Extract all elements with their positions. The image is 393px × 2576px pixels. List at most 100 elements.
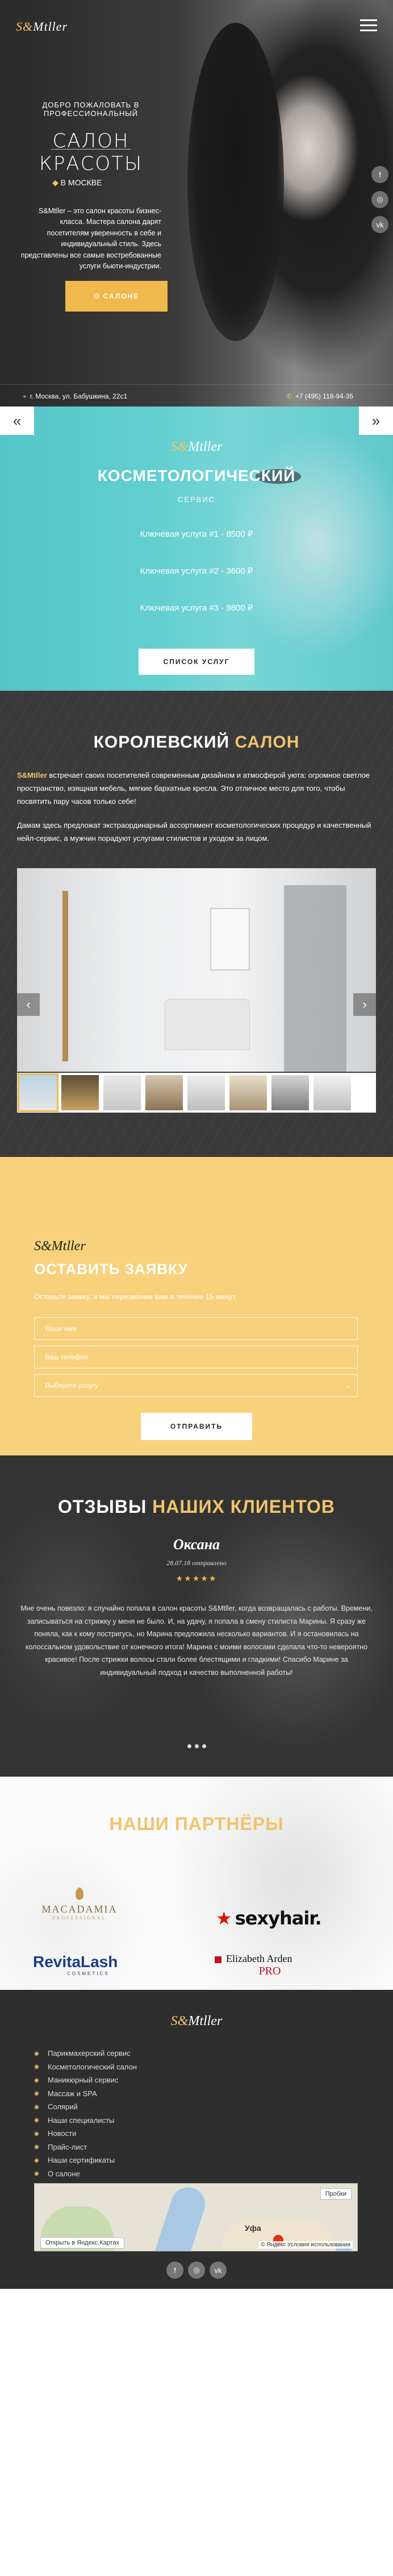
wifi-icon: ◉	[34, 2077, 39, 2084]
review-stars-icon: ★★★★★	[175, 1574, 218, 1583]
gallery-thumbnails	[17, 1073, 376, 1113]
cosmetic-subtitle: СЕРВИС	[177, 495, 216, 504]
footer-menu-item[interactable]: ◉ Новости	[34, 2127, 137, 2141]
slider-prev-icon[interactable]: «	[0, 406, 34, 435]
slider-next-icon[interactable]: »	[359, 406, 393, 435]
phone-field[interactable]: Ваш телефон	[34, 1346, 358, 1368]
gallery-thumb[interactable]	[229, 1075, 267, 1110]
service-item: Ключевая услуга #2 - 3600 ₽	[140, 566, 253, 576]
elizabeth-arden-logo[interactable]: Elizabeth Arden PRO	[215, 1953, 292, 1978]
map-pin-icon: ⌖	[23, 392, 27, 400]
gallery-thumb[interactable]	[18, 1073, 58, 1112]
wifi-icon: ◉	[34, 2050, 39, 2057]
wifi-icon: ◉	[34, 2144, 39, 2151]
service-list-button[interactable]: СПИСОК УСЛУГ	[139, 649, 254, 675]
page: S&Mtller ДОБРО ПОЖАЛОВАТЬ В ПРОФЕССИОНАЛ…	[0, 0, 393, 2289]
reviews-title: ОТЗЫВЫ НАШИХ КЛИЕНТОВ	[58, 1496, 335, 1517]
map-copyright: © Яндекс Условия использования	[258, 2241, 353, 2249]
hero-welcome: ДОБРО ПОЖАЛОВАТЬ В ПРОФЕССИОНАЛЬНЫЙ	[42, 101, 140, 118]
map-traffic-button[interactable]: Пробки	[320, 2188, 352, 2200]
review-author: Оксана	[173, 1536, 220, 1553]
form-logo: S&Mtller	[34, 1239, 86, 1254]
footer-logo[interactable]: S&Mtller	[0, 2014, 393, 2029]
footer-menu-item[interactable]: ◉ Прайс-лист	[34, 2141, 137, 2154]
vk-icon[interactable]: vk	[210, 2262, 227, 2279]
pagination-dot[interactable]	[202, 1744, 206, 1748]
vk-icon[interactable]: vk	[371, 216, 388, 233]
service-select[interactable]: Выберите услугу ⌄	[34, 1374, 358, 1397]
footer-menu: ◉ Парикмахерский сервис ◉ Косметологически…	[34, 2047, 137, 2180]
map-city-label: Уфа	[245, 2224, 261, 2233]
royal-paragraph-2: Дамам здесь предложат экстраординарный а…	[17, 821, 371, 843]
footer-menu-item[interactable]: ◉ О салоне	[34, 2167, 137, 2181]
footer-menu-item[interactable]: ◉ Наши специалисты	[34, 2114, 137, 2127]
reviews-section: ОТЗЫВЫ НАШИХ КЛИЕНТОВ Оксана 28.07.18 от…	[0, 1455, 393, 1777]
macadamia-logo[interactable]: MACADAMIA PROFESSIONAL	[34, 1888, 125, 1920]
brand-logo[interactable]: S&Mtller	[16, 19, 68, 34]
facebook-icon[interactable]: f	[166, 2262, 183, 2279]
gallery-thumb[interactable]	[103, 1075, 141, 1110]
gallery-thumb[interactable]	[271, 1075, 309, 1110]
wifi-icon: ◉	[34, 2090, 39, 2097]
hero-title: САЛОН КРАСОТЫ	[39, 130, 143, 175]
sexyhair-logo[interactable]: ★ sexyhair.	[216, 1907, 322, 1929]
royal-title: КОРОЛЕВСКИЙ САЛОН	[93, 733, 300, 752]
hero-intro: S&Mtller – это салон красоты бизнес-клас…	[20, 207, 161, 270]
footer-menu-item[interactable]: ◉ Массаж и SPA	[34, 2087, 137, 2101]
footer-menu-item[interactable]: ◉ Маникюрный сервис	[34, 2073, 137, 2087]
yandex-map[interactable]: Уфа Пробки Открыть в Яндекс.Картах © Янд…	[34, 2183, 358, 2251]
cosmetic-section: « » S&Mtller КОСМЕТОЛОГИЧЕСКИЙ СЕРВИС Кл…	[0, 406, 393, 691]
cosmetic-title: КОСМЕТОЛОГИЧЕСКИЙ	[97, 467, 296, 484]
gallery-thumb[interactable]	[313, 1075, 351, 1110]
pagination-dot[interactable]	[194, 1744, 199, 1748]
review-text: Мне очень повезло: я случайно попала в с…	[20, 1604, 373, 1677]
gallery-thumb[interactable]	[187, 1075, 225, 1110]
footer-menu-item[interactable]: ◉ Наши сертификаты	[34, 2154, 137, 2167]
footer-menu-item[interactable]: ◉ Солярий	[34, 2100, 137, 2114]
star-icon: ★	[216, 1907, 232, 1929]
footer-menu-item[interactable]: ◉ Косметологический салон	[34, 2060, 137, 2074]
gallery-next-icon[interactable]: ›	[353, 993, 376, 1016]
gallery-thumb[interactable]	[145, 1075, 183, 1110]
hero-section: S&Mtller ДОБРО ПОЖАЛОВАТЬ В ПРОФЕССИОНАЛ…	[0, 0, 393, 406]
address: ⌖ г. Москва, ул. Бабушкина, 22с1	[23, 392, 128, 400]
instagram-icon[interactable]: ◎	[371, 191, 388, 208]
footer: S&Mtller ◉ Парикмахерский сервис ◉ Космето…	[0, 1990, 393, 2289]
review-pagination	[0, 1744, 393, 1748]
menu-burger-icon[interactable]	[360, 19, 377, 35]
wifi-icon: ◉	[34, 2171, 39, 2177]
partners-title: НАШИ ПАРТНЁРЫ	[109, 1814, 284, 1834]
review-date: 28.07.18 отправлено	[166, 1559, 227, 1567]
gallery-thumb[interactable]	[61, 1075, 99, 1110]
gallery-main-image: ‹ ›	[17, 868, 376, 1072]
wifi-icon: ◉	[34, 2064, 39, 2071]
cosmetic-logo: S&Mtller	[170, 439, 223, 454]
name-field[interactable]: Ваше имя	[34, 1317, 358, 1340]
royal-paragraph-1: S&Mtller встречает своих посетителей сов…	[17, 771, 370, 806]
wifi-icon: ◉	[34, 2157, 39, 2164]
chevron-down-icon: ⌄	[344, 1382, 350, 1389]
map-open-link[interactable]: Открыть в Яндекс.Картах	[40, 2237, 125, 2249]
about-salon-button[interactable]: О САЛОНЕ	[65, 281, 168, 312]
pagination-dot[interactable]	[187, 1744, 191, 1748]
service-item: Ключевая услуга #3 - 9800 ₽	[140, 603, 253, 613]
phone[interactable]: ✆ +7 (495) 118-94-35	[286, 392, 353, 400]
wifi-icon: ◉	[34, 2117, 39, 2124]
instagram-icon[interactable]: ◎	[188, 2262, 205, 2279]
gallery-prev-icon[interactable]: ‹	[17, 993, 40, 1016]
form-title: ОСТАВИТЬ ЗАЯВКУ	[34, 1260, 188, 1277]
service-item: Ключевая услуга #1 - 8500 ₽	[140, 529, 253, 539]
location-marker-icon: ◆	[52, 178, 58, 187]
partners-section: НАШИ ПАРТНЁРЫ MACADAMIA PROFESSIONAL ★ sex…	[0, 1777, 393, 1990]
form-note: Оставьте заявку, и мы перезвоним вам в т…	[34, 1292, 237, 1301]
royal-salon-section: КОРОЛЕВСКИЙ САЛОН S&Mtller встречает сво…	[0, 691, 393, 1157]
revitalash-logo[interactable]: RevitaLash COSMETICS	[33, 1953, 118, 1976]
footer-menu-item[interactable]: ◉ Парикмахерский сервис	[34, 2047, 137, 2060]
submit-button[interactable]: ОТПРАВИТЬ	[141, 1413, 252, 1440]
hero-divider	[51, 149, 131, 150]
request-form-section: S&Mtller ОСТАВИТЬ ЗАЯВКУ Оставьте заявку…	[0, 1157, 393, 1455]
facebook-icon[interactable]: f	[371, 166, 388, 183]
hero-city: ◆ В МОСКВЕ	[52, 178, 102, 187]
wifi-icon: ◉	[34, 2104, 39, 2110]
phone-icon: ✆	[286, 392, 292, 400]
